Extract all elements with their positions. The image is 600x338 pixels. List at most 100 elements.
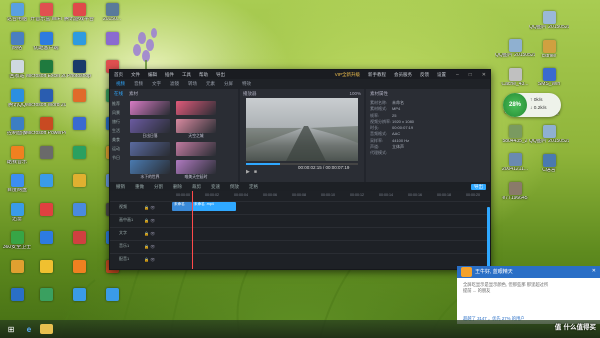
tab-video[interactable]: 视频 [116,81,125,87]
timeline[interactable]: 00:00:00 00:00:02 00:00:04 00:00:06 00:00:08… [110,191,490,269]
desktop-shortcut[interactable]: 20150... [95,0,129,29]
timeline-track[interactable]: 配音1 🔒 👁 [110,253,490,264]
desktop-shortcut[interactable] [62,29,96,58]
template-thumbnail[interactable] [130,101,170,116]
desktop-shortcut[interactable] [62,171,96,200]
track-lock-visibility-icon[interactable]: 🔒 👁 [130,231,170,236]
desktop-shortcut[interactable]: 5804435_2 [498,122,532,151]
desktop-shortcut[interactable]: 腾讯游戏平台 [62,0,96,29]
category-item[interactable]: 旅行 [112,119,120,125]
desktop-shortcut[interactable] [62,114,96,143]
vip-upgrade-link[interactable]: VIP全新升级 [335,72,360,78]
tutorial-link[interactable]: 新手教程 [368,72,386,78]
stop-icon[interactable]: ■ [254,169,257,175]
zoom-select[interactable]: 100% [349,91,361,97]
video-clip-1[interactable]: 未命名 [172,202,192,211]
track-lock-visibility-icon[interactable]: 🔒 👁 [130,257,170,262]
desktop-shortcut[interactable] [62,285,96,314]
desktop-shortcut[interactable] [62,200,96,229]
desktop-shortcut[interactable] [29,171,63,200]
desktop-shortcut[interactable] [29,228,63,257]
desktop-shortcut[interactable] [29,143,63,172]
desktop-shortcut[interactable] [95,29,129,58]
track-lock-visibility-icon[interactable]: 🔒 👁 [130,205,170,210]
desktop-shortcut[interactable]: Cache_43... [498,65,532,94]
timeline-track[interactable]: 视频 🔒 👁 [110,201,490,212]
desktop-shortcut[interactable]: QQ图片 20150529 [529,122,569,151]
feedback-link[interactable]: 反馈 [420,72,429,78]
export-button[interactable]: 导出 [471,183,486,190]
timeline-ruler[interactable]: 00:00:00 00:00:02 00:00:04 00:00:06 00:00:08… [172,191,490,199]
notification-popup[interactable]: 王牛好, 蓝眼精天 ✕ 全屏吃显示是显示颜色, 但那些那 那里超过所 提前 ..… [457,266,600,324]
folder-icon[interactable] [40,324,53,334]
split-button[interactable]: 分割 [154,184,163,190]
template-thumbnail[interactable]: 日出日落 [130,119,170,139]
tab-transition[interactable]: 转场 [188,81,197,87]
progress-bar[interactable] [246,163,280,165]
category-item[interactable]: 节日 [112,155,120,161]
desktop-shortcut[interactable]: Microsoft PowerPoint [26,114,66,143]
template-thumbnail[interactable] [130,142,170,157]
menu-export[interactable]: 导出 [216,72,225,78]
ie-icon[interactable]: e [22,322,36,336]
menu-home[interactable]: 首页 [114,72,123,78]
menu-edit[interactable]: 编辑 [148,72,157,78]
category-item[interactable]: 运动 [112,146,120,152]
desktop-shortcut[interactable]: 优酷客户端 [29,29,63,58]
desktop-shortcut[interactable]: Microsoft Word 2010 [26,86,66,115]
desktop-shortcut[interactable]: QQ图片 20150529... [495,36,535,65]
timeline-track[interactable]: 画中画1 🔒 👁 [110,214,490,225]
desktop-shortcut[interactable] [29,257,63,286]
desktop-shortcut[interactable]: Microsoft Excel 2010 [26,57,66,86]
crop-button[interactable]: 裁剪 [192,184,201,190]
template-thumbnail[interactable]: 天空之城 [176,119,216,139]
timeline-track[interactable]: 文字 🔒 👁 [110,227,490,238]
template-thumbnail[interactable]: 唯美天空延时 [176,160,216,180]
desktop-shortcut[interactable]: Photoshop [62,57,96,86]
desktop-shortcut[interactable] [95,285,129,314]
minimize-icon[interactable]: – [456,72,459,78]
tab-splitscreen[interactable]: 分屏 [224,81,233,87]
playhead[interactable] [192,191,193,269]
tab-audio[interactable]: 音频 [134,81,143,87]
category-item[interactable]: 风景 [112,110,120,116]
desktop-shortcut[interactable]: 开音乐盒 WiFi [29,0,63,29]
freeze-button[interactable]: 定格 [249,184,258,190]
video-editor-window[interactable]: 首页 文件 编辑 插件 工具 帮助 导出 VIP全新升级 新手教程 会员服务 反… [109,69,491,270]
member-link[interactable]: 会员服务 [394,72,412,78]
template-thumbnail[interactable] [176,142,216,157]
desktop-shortcut[interactable] [29,285,63,314]
video-clip-2[interactable]: 未命名 .mp4 [192,202,236,211]
desktop-shortcut[interactable]: C语言 [532,151,566,180]
desktop-shortcut[interactable]: SMS_Win [532,65,566,94]
desktop-shortcut[interactable]: 20041211... [498,150,532,179]
track-lock-visibility-icon[interactable]: 🔒 👁 [130,244,170,249]
redo-button[interactable]: 重做 [135,184,144,190]
close-icon[interactable]: ✕ [482,72,486,78]
menu-file[interactable]: 文件 [131,72,140,78]
menu-tools[interactable]: 工具 [182,72,191,78]
menu-plugin[interactable]: 插件 [165,72,174,78]
video-preview[interactable] [246,98,358,161]
timeline-track[interactable]: 音乐1 🔒 👁 [110,240,490,251]
template-thumbnail[interactable]: 水下的世界 [130,160,170,180]
play-icon[interactable]: ▶ [246,169,250,175]
maximize-icon[interactable]: □ [469,72,472,78]
desktop-shortcut[interactable] [29,200,63,229]
network-speed-widget[interactable]: 28% ↑ 0k/s ↓ 0.2k/s [503,93,561,117]
desktop-shortcut[interactable]: e77196645 [498,179,532,208]
delete-button[interactable]: 删除 [173,184,182,190]
tab-filter[interactable]: 滤镜 [170,81,179,87]
panel-tab-material[interactable]: 素材 [129,91,138,97]
windows-start-icon[interactable]: ⊞ [4,322,18,336]
category-item[interactable]: 生活 [112,128,120,134]
close-icon[interactable]: ✕ [592,268,596,274]
speed-button[interactable]: 变速 [211,184,220,190]
category-item[interactable]: 推荐 [112,101,120,107]
menu-help[interactable]: 帮助 [199,72,208,78]
desktop-shortcut[interactable] [62,228,96,257]
panel-tab-online[interactable]: 在线 [114,91,123,97]
desktop-shortcut[interactable]: QQ图片 20150529... [529,8,569,37]
tab-element[interactable]: 元素 [206,81,215,87]
template-thumbnail[interactable] [176,101,216,116]
